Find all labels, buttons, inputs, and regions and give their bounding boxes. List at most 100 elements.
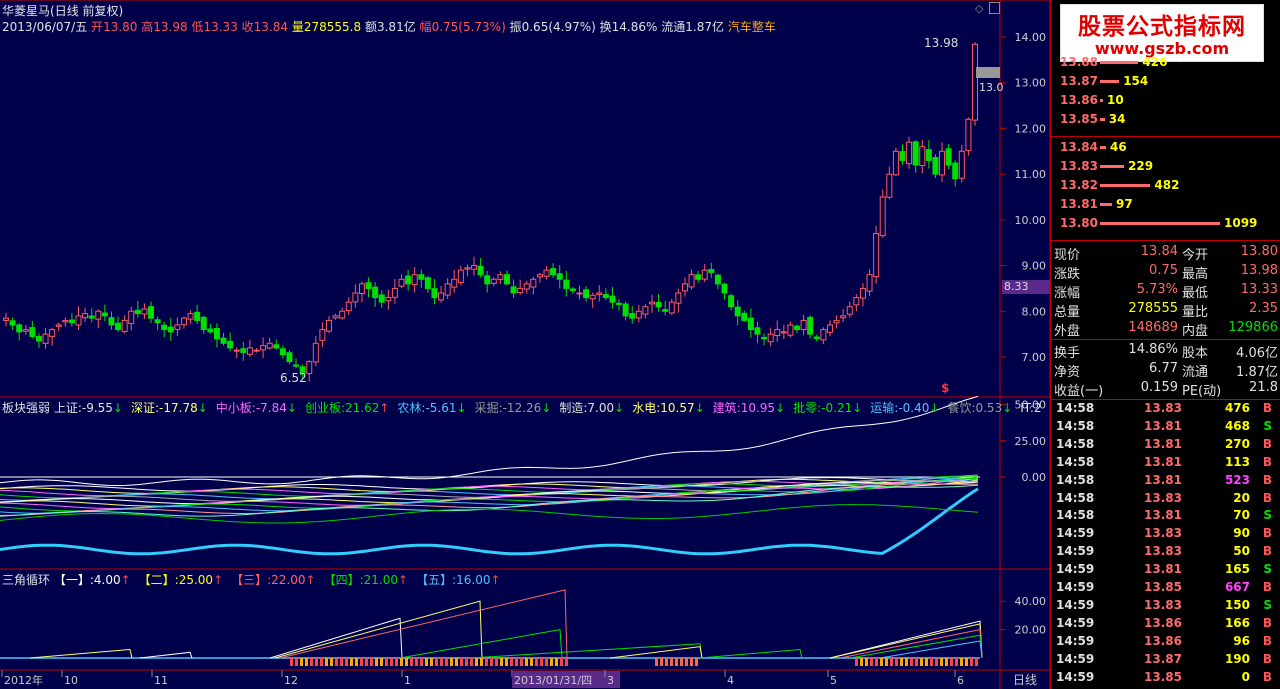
candle-body[interactable] (747, 317, 754, 331)
candle-body[interactable] (965, 118, 972, 151)
tick-row[interactable]: 14:58 13.83 476 B (1056, 401, 1278, 419)
tick-row[interactable]: 14:58 13.81 70 S (1056, 508, 1278, 526)
tick-row[interactable]: 14:58 13.81 468 S (1056, 419, 1278, 437)
candle-body[interactable] (187, 313, 194, 320)
candle-body[interactable] (761, 336, 768, 340)
candle-body[interactable] (668, 301, 675, 314)
candle-body[interactable] (405, 275, 412, 285)
candle-body[interactable] (807, 316, 814, 335)
candle-body[interactable] (332, 315, 339, 319)
candle-body[interactable] (536, 274, 543, 278)
candle-body[interactable] (312, 342, 319, 363)
candle-body[interactable] (207, 328, 214, 333)
candle-body[interactable] (471, 265, 478, 270)
kline-chart-area[interactable]: 14.00 13.00 12.00 11.00 10.00 9.00 8.00 7.00 50.… (0, 0, 1050, 689)
candle-body[interactable] (345, 301, 352, 312)
candle-body[interactable] (101, 312, 108, 317)
candle-body[interactable] (655, 301, 662, 308)
ask-row[interactable]: 13.85 34 (1060, 112, 1126, 130)
tick-row[interactable]: 14:58 13.81 270 B (1056, 437, 1278, 455)
tick-row[interactable]: 14:59 13.81 165 S (1056, 562, 1278, 580)
candle-body[interactable] (319, 329, 326, 341)
candle-body[interactable] (596, 292, 603, 295)
candle-body[interactable] (892, 150, 899, 176)
candle-body[interactable] (583, 289, 590, 299)
candle-body[interactable] (418, 274, 425, 280)
candle-body[interactable] (306, 361, 313, 375)
candle-body[interactable] (497, 274, 504, 280)
candle-body[interactable] (543, 269, 550, 277)
candle-body[interactable] (589, 294, 596, 300)
candle-body[interactable] (859, 287, 866, 299)
candle-body[interactable] (523, 283, 530, 290)
tick-row[interactable]: 14:59 13.83 50 B (1056, 544, 1278, 562)
sector-tag[interactable]: 汽车整车 (728, 20, 776, 34)
candle-body[interactable] (115, 322, 122, 331)
candle-body[interactable] (378, 294, 385, 303)
candle-body[interactable] (326, 319, 332, 332)
candle-body[interactable] (708, 269, 715, 273)
candle-body[interactable] (576, 292, 583, 295)
candle-body[interactable] (767, 333, 774, 343)
candle-body[interactable] (260, 345, 267, 351)
candle-body[interactable] (794, 325, 801, 331)
candle-body[interactable] (701, 269, 708, 280)
candle-body[interactable] (55, 324, 62, 327)
candle-body[interactable] (246, 347, 253, 355)
candle-body[interactable] (358, 283, 365, 295)
candle-body[interactable] (695, 274, 702, 280)
candle-body[interactable] (820, 329, 827, 341)
candle-body[interactable] (662, 309, 669, 312)
period-label[interactable]: 日线 (1013, 673, 1037, 687)
bid-row[interactable]: 13.81 97 (1060, 197, 1133, 215)
candle-body[interactable] (688, 274, 695, 288)
tick-row[interactable]: 14:59 13.87 190 B (1056, 652, 1278, 670)
candle-body[interactable] (846, 306, 853, 315)
candle-body[interactable] (167, 326, 174, 333)
candle-body[interactable] (675, 292, 682, 304)
candle-body[interactable] (958, 150, 965, 179)
candle-body[interactable] (919, 146, 926, 166)
candle-body[interactable] (629, 313, 636, 319)
candle-body[interactable] (728, 295, 735, 308)
candle-body[interactable] (42, 333, 49, 344)
candle-body[interactable] (82, 313, 89, 319)
candle-body[interactable] (16, 324, 23, 333)
candle-body[interactable] (339, 310, 346, 319)
candle-body[interactable] (972, 43, 978, 121)
candle-body[interactable] (886, 173, 893, 198)
candle-body[interactable] (484, 275, 491, 285)
candle-body[interactable] (62, 319, 69, 323)
candle-body[interactable] (253, 349, 260, 352)
candle-body[interactable] (154, 319, 161, 324)
candle-body[interactable] (95, 310, 102, 320)
candle-body[interactable] (510, 286, 517, 294)
candle-body[interactable] (649, 301, 655, 305)
tick-row[interactable]: 14:59 13.85 667 B (1056, 580, 1278, 598)
candle-body[interactable] (563, 279, 570, 289)
candle-body[interactable] (550, 268, 557, 276)
tick-row[interactable]: 14:58 13.81 113 B (1056, 455, 1278, 473)
candle-body[interactable] (352, 292, 359, 303)
candle-body[interactable] (424, 277, 431, 289)
candle-body[interactable] (840, 315, 847, 319)
candle-body[interactable] (912, 141, 919, 166)
candle-body[interactable] (754, 327, 761, 335)
candle-body[interactable] (925, 149, 932, 161)
window-box-icon[interactable] (989, 2, 1000, 14)
candle-body[interactable] (774, 329, 781, 337)
candle-body[interactable] (128, 310, 135, 325)
candle-body[interactable] (945, 148, 952, 166)
candle-body[interactable] (721, 283, 728, 294)
candle-body[interactable] (22, 329, 29, 332)
candle-body[interactable] (35, 335, 42, 342)
candle-body[interactable] (642, 306, 649, 315)
candle-body[interactable] (853, 297, 860, 306)
candle-body[interactable] (233, 349, 240, 352)
candle-body[interactable] (622, 303, 629, 317)
candle-body[interactable] (635, 310, 642, 319)
candle-body[interactable] (932, 156, 939, 175)
candle-body[interactable] (939, 150, 946, 176)
candle-body[interactable] (879, 196, 886, 237)
candle-body[interactable] (681, 283, 688, 292)
